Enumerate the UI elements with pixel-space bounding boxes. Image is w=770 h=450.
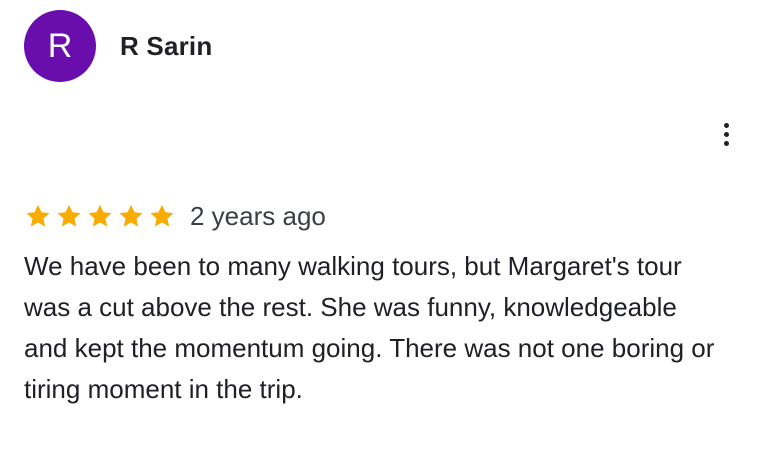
reviewer-name[interactable]: R Sarin bbox=[120, 31, 212, 62]
star-icon bbox=[150, 204, 174, 227]
avatar-initial: R bbox=[47, 26, 73, 65]
star-icon bbox=[88, 204, 112, 227]
star-icon bbox=[26, 204, 50, 227]
star-icon bbox=[119, 204, 143, 227]
review-text: We have been to many walking tours, but … bbox=[24, 251, 715, 404]
more-options-button[interactable] bbox=[710, 118, 742, 150]
star-icon bbox=[57, 204, 81, 227]
review-date: 2 years ago bbox=[190, 200, 326, 231]
more-vert-icon-dot bbox=[723, 140, 729, 146]
star-rating bbox=[24, 202, 176, 230]
more-vert-icon-dot bbox=[723, 131, 729, 137]
review-card: R R Sarin 2 years ago We have been to ma… bbox=[0, 0, 770, 450]
more-vert-icon-dot bbox=[723, 122, 729, 128]
rating-row: 2 years ago bbox=[24, 198, 326, 234]
avatar[interactable]: R bbox=[24, 10, 96, 82]
